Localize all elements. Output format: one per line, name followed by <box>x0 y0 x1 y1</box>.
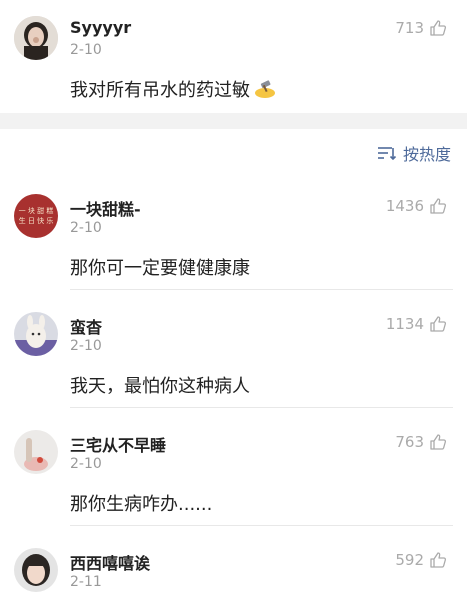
sort-by-heat-button[interactable]: 按热度 <box>377 141 451 165</box>
like-count: 592 <box>395 551 424 569</box>
username[interactable]: 三宅从不早睡 <box>70 432 166 456</box>
top-comment: Syyyyr 2-10 713 我对所有吊水的药过敏 <box>0 0 467 113</box>
comment-date: 2-10 <box>70 220 102 236</box>
comment-text: 那你可一定要健健康康 <box>70 258 250 279</box>
comment-date: 2-10 <box>70 456 102 472</box>
avatar[interactable] <box>14 548 58 592</box>
comment-date: 2-10 <box>70 338 102 354</box>
like-button[interactable]: 763 <box>395 433 447 451</box>
comment-text: 我对所有吊水的药过敏 <box>70 76 276 104</box>
comment-text: 那你生病咋办...... <box>70 494 213 515</box>
comment-date: 2-11 <box>70 574 102 590</box>
avatar[interactable] <box>14 430 58 474</box>
thumbs-up-icon <box>430 434 447 450</box>
username[interactable]: 蛮杳 <box>70 314 102 338</box>
sort-label: 按热度 <box>402 145 451 164</box>
comment-date: 2-10 <box>70 42 102 58</box>
like-count: 1436 <box>385 197 424 215</box>
comment-text-content: 我对所有吊水的药过敏 <box>70 80 250 101</box>
avatar[interactable]: 一 块 甜 糕 生 日 快 乐 <box>14 194 58 238</box>
sort-bar: 按热度 <box>0 129 467 173</box>
section-separator <box>0 113 467 129</box>
avatar[interactable] <box>14 312 58 356</box>
divider <box>70 407 453 408</box>
thumbs-up-icon <box>430 198 447 214</box>
thumbs-up-icon <box>430 316 447 332</box>
like-button[interactable]: 713 <box>395 19 447 37</box>
sort-icon <box>377 147 397 161</box>
username[interactable]: Syyyyr <box>70 18 131 37</box>
like-count: 763 <box>395 433 424 451</box>
svg-text:生 日 快 乐: 生 日 快 乐 <box>19 216 54 225</box>
like-button[interactable]: 1134 <box>386 315 447 333</box>
thumbs-up-icon <box>430 20 447 36</box>
comment-text: 我天，最怕你这种病人 <box>70 376 250 397</box>
like-count: 1134 <box>385 315 424 333</box>
svg-text:一 块 甜 糕: 一 块 甜 糕 <box>19 206 54 215</box>
thumbs-up-icon <box>430 552 447 568</box>
divider <box>70 525 453 526</box>
divider <box>70 289 453 290</box>
hammer-emoji-icon <box>254 79 276 104</box>
username[interactable]: 西西嘻嘻诶 <box>70 550 150 574</box>
like-button[interactable]: 592 <box>395 551 447 569</box>
avatar[interactable] <box>14 16 58 60</box>
username[interactable]: 一块甜糕- <box>70 196 141 220</box>
like-button[interactable]: 1436 <box>386 197 447 215</box>
like-count: 713 <box>395 19 424 37</box>
